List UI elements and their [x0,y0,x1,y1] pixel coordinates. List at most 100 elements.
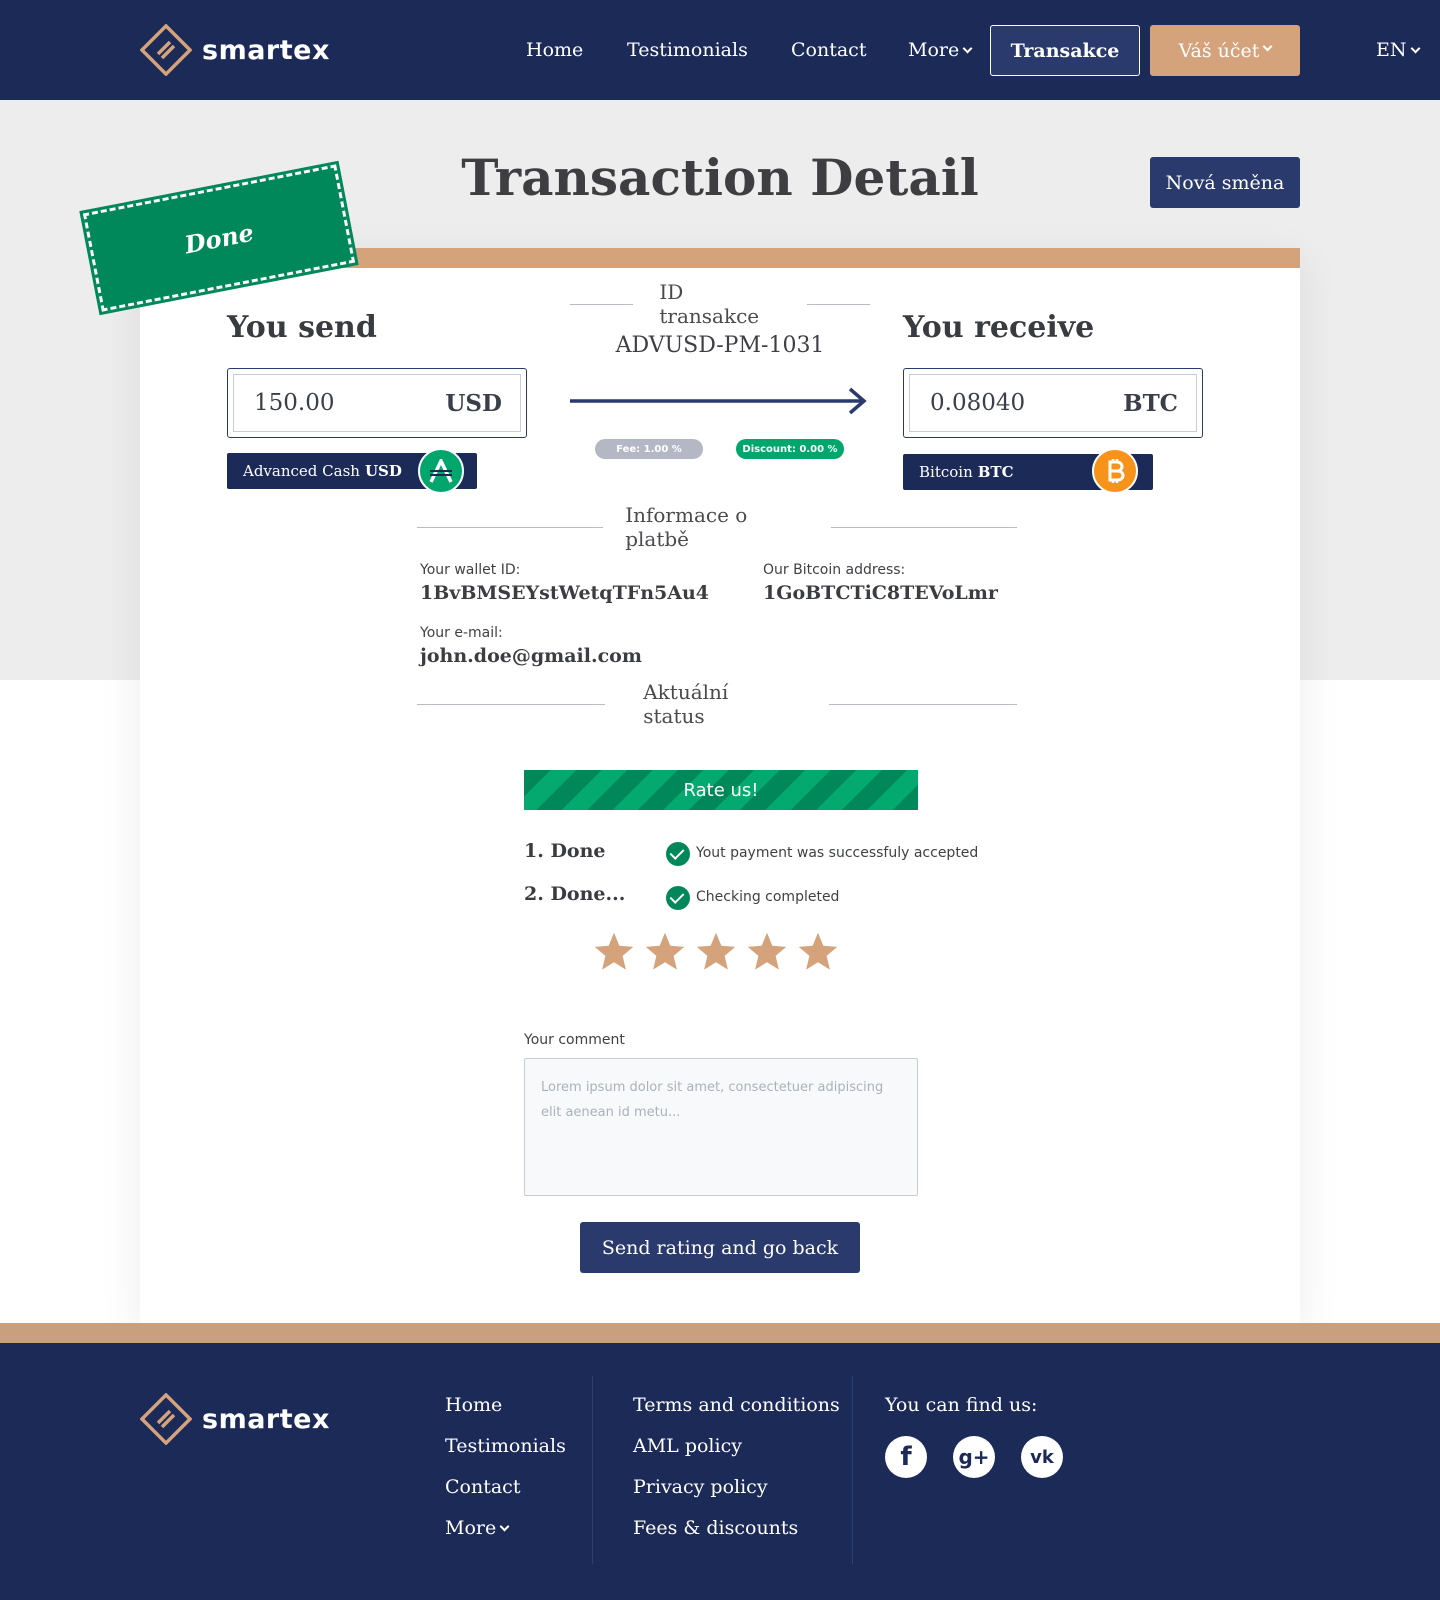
footer-contact[interactable]: Contact [445,1476,520,1498]
bitcoin-icon [1092,448,1138,494]
nav-more-label: More [908,39,960,61]
chevron-down-icon [1410,43,1420,54]
send-amount-field: 150.00 USD [227,368,527,438]
transactions-button[interactable]: Transakce [990,25,1140,76]
nav-contact[interactable]: Contact [791,39,866,61]
send-amount: 150.00 [254,390,335,416]
send-amount-inner: 150.00 USD [233,374,521,432]
receive-method-currency: BTC [977,463,1014,481]
address-value: 1GoBTCTiC8TEVoLmr [763,582,998,604]
footer-more-label: More [445,1517,497,1539]
new-exchange-label: Nová směna [1165,171,1285,194]
transaction-id-label: ID transakce [659,280,760,328]
account-button-label: Váš účet [1178,39,1260,62]
footer-fees[interactable]: Fees & discounts [633,1517,798,1539]
footer-aml[interactable]: AML policy [633,1435,742,1457]
status-heading: Aktuální status [417,680,1017,728]
check-circle-icon [666,886,690,910]
send-rating-label: Send rating and go back [601,1236,839,1259]
footer-testimonials[interactable]: Testimonials [445,1435,566,1457]
divider-line [417,526,604,528]
receive-amount-inner: 0.08040 BTC [909,374,1197,432]
payment-info-heading: Informace o platbě [417,503,1017,551]
status-title: Aktuální status [643,680,729,728]
vk-glyph: vk [1030,1446,1054,1468]
status-stamp-label: Done [182,217,256,259]
advcash-glyph [429,459,453,483]
transaction-id-heading: ID transakce [570,280,870,328]
facebook-icon[interactable]: f [885,1436,927,1478]
facebook-glyph: f [900,1442,912,1472]
transactions-button-label: Transakce [1010,39,1120,62]
receive-heading: You receive [903,310,1095,345]
language-label: EN [1376,39,1407,61]
nav-home[interactable]: Home [526,39,583,61]
new-exchange-button[interactable]: Nová směna [1150,157,1300,208]
footer-privacy[interactable]: Privacy policy [633,1476,768,1498]
payment-info-title: Informace o platbě [625,503,748,551]
star-icon[interactable] [745,930,789,974]
footer-divider [592,1376,593,1564]
receive-method-name: Bitcoin [919,463,973,481]
transaction-card: ID transakce ADVUSD-PM-1031 You send 150… [140,248,1300,1324]
footer-more[interactable]: More [445,1517,510,1539]
star-icon[interactable] [643,930,687,974]
chevron-down-icon [1262,41,1273,52]
smartex-logo-icon [140,1393,192,1445]
account-button[interactable]: Váš účet [1150,25,1300,76]
fee-badge: Fee: 1.00 % [595,439,703,459]
rate-us-label: Rate us! [683,779,759,801]
chevron-down-icon [499,1521,510,1532]
bitcoin-glyph [1108,459,1125,483]
google-plus-glyph: g+ [958,1445,990,1469]
social-title: You can find us: [885,1394,1038,1416]
email-value: john.doe@gmail.com [420,645,642,667]
header: smartex Home Testimonials Contact More T… [0,0,1440,100]
wallet-value: 1BvBMSEYstWetqTFn5Au4 [420,582,710,604]
receive-amount: 0.08040 [930,390,1026,416]
send-method-name: Advanced Cash [243,462,360,480]
comment-input[interactable] [524,1058,918,1196]
step-1-name: 1. Done [524,840,606,862]
divider-line [570,303,634,305]
step-1-text: Yout payment was successfuly accepted [696,845,979,861]
send-heading: You send [227,310,377,345]
footer: smartex Home Testimonials Contact More T… [0,1343,1440,1600]
footer-terms[interactable]: Terms and conditions [633,1394,840,1416]
rate-us-button[interactable]: Rate us! [524,770,918,810]
divider-line [828,703,1017,705]
footer-home[interactable]: Home [445,1394,502,1416]
exchange-arrow-icon [570,387,867,415]
divider-line [830,526,1017,528]
star-icon[interactable] [796,930,840,974]
step-2-text: Checking completed [696,889,840,905]
send-rating-button[interactable]: Send rating and go back [580,1222,860,1273]
chevron-down-icon [962,43,973,54]
divider-line [806,303,870,305]
step-2-name: 2. Done... [524,883,626,905]
nav-more[interactable]: More [908,39,973,61]
star-icon[interactable] [694,930,738,974]
brand-name: smartex [202,34,330,66]
send-method-currency: USD [364,462,402,480]
footer-logo[interactable]: smartex [140,1393,330,1445]
vk-icon[interactable]: vk [1021,1436,1063,1478]
nav-testimonials[interactable]: Testimonials [627,39,748,61]
address-label: Our Bitcoin address: [763,562,906,578]
footer-brand-name: smartex [202,1403,330,1435]
logo[interactable]: smartex [140,24,330,76]
divider-line [417,703,606,705]
send-currency: USD [445,389,502,417]
comment-label: Your comment [524,1032,625,1048]
star-icon[interactable] [592,930,636,974]
wallet-label: Your wallet ID: [420,562,521,578]
discount-badge: Discount: 0.00 % [736,439,844,459]
language-selector[interactable]: EN [1376,39,1420,61]
smartex-logo-icon [140,24,192,76]
footer-accent-bar [0,1323,1440,1343]
check-circle-icon [666,842,690,866]
advcash-icon [418,448,464,494]
receive-amount-field: 0.08040 BTC [903,368,1203,438]
email-label: Your e-mail: [420,625,503,641]
google-plus-icon[interactable]: g+ [953,1436,995,1478]
